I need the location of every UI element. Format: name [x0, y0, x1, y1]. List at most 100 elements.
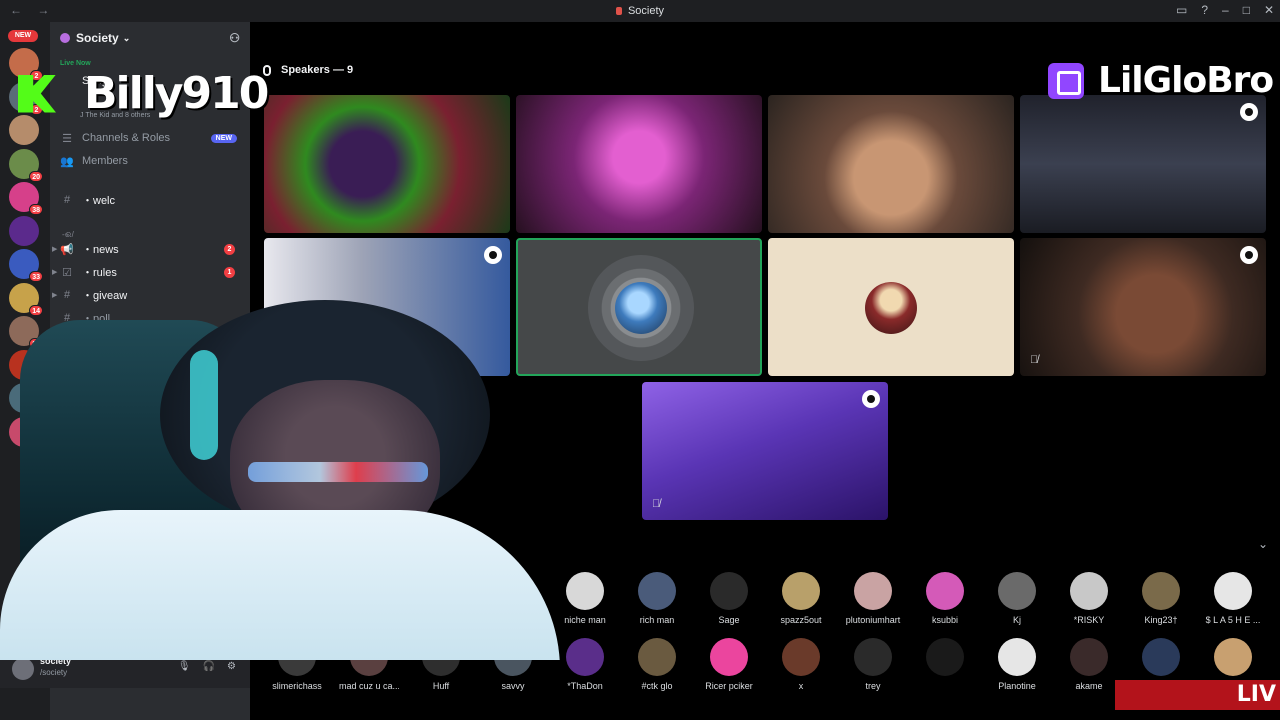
audience-member[interactable]: #ctk glo	[627, 638, 687, 691]
audience-name: #ctk glo	[641, 681, 673, 691]
members-label: Members	[82, 155, 128, 167]
user-status: /society	[40, 668, 68, 677]
server-header[interactable]: Society ⌄ ⚇	[50, 22, 250, 54]
new-pill: NEW	[210, 133, 237, 143]
close-button[interactable]: ✕	[1264, 3, 1274, 17]
audience-member[interactable]: x	[771, 638, 831, 691]
audience-member[interactable]: $ L A 5 H E ...	[1203, 572, 1263, 625]
headset	[190, 350, 218, 460]
server-icon	[615, 7, 622, 16]
members-icon: 👥	[60, 155, 74, 168]
audience-member[interactable]: plutoniumhart	[843, 572, 903, 625]
audience-member[interactable]: ksubbi	[915, 572, 975, 625]
audience-name: mad cuz u ca...	[339, 681, 399, 691]
server-icon[interactable]: 38	[9, 182, 43, 215]
audience-name: trey	[865, 681, 881, 691]
audience-member[interactable]: trey	[843, 638, 903, 691]
audience-name: plutoniumhart	[845, 615, 901, 625]
server-icon[interactable]: 20	[9, 148, 43, 182]
live-now-label: Live Now	[60, 60, 91, 67]
add-person-icon[interactable]: ⚇	[229, 31, 240, 45]
maximize-button[interactable]: □	[1243, 3, 1250, 17]
streamer-shirt	[0, 510, 560, 660]
channel-news-label: ・news	[82, 244, 119, 256]
channel-welcome-label: ・welc	[82, 195, 116, 207]
avatar	[566, 572, 604, 610]
caret-right-icon: ▶	[52, 246, 58, 253]
avatar	[1142, 572, 1180, 610]
audience-member[interactable]: Sage	[699, 572, 759, 625]
members-item[interactable]: 👥 Members	[60, 152, 245, 170]
avatar	[926, 572, 964, 610]
audience-member[interactable]: King23†	[1131, 572, 1191, 625]
audience-name: $ L A 5 H E ...	[1205, 615, 1261, 625]
audience-name: niche man	[564, 615, 606, 625]
audience-member[interactable]: Ricer pciker	[699, 638, 759, 691]
audience-member[interactable]: niche man	[555, 572, 615, 625]
audience-member[interactable]: *RISKY	[1059, 572, 1119, 625]
chevron-down-icon: ⌄	[122, 32, 131, 43]
channel-rules[interactable]: ▶ ☑ ・rules 1	[52, 263, 245, 281]
rules-icon: ☑	[62, 266, 72, 279]
avatar	[710, 572, 748, 610]
caret-right-icon: ▶	[52, 269, 58, 276]
avatar	[638, 572, 676, 610]
inbox-icon[interactable]: ▭	[1176, 3, 1187, 17]
channel-news[interactable]: ▶ 📢 ・news 2	[52, 240, 245, 258]
window-title-text: Society	[627, 5, 665, 17]
minimize-button[interactable]: –	[1222, 3, 1229, 17]
gear-icon[interactable]: ⚙	[227, 661, 236, 672]
audience-name: slimerichass	[272, 681, 322, 691]
audience-name: Planotine	[998, 681, 1036, 691]
channel-category[interactable]: -ଈ/	[62, 230, 74, 240]
speaker-tile[interactable]	[768, 238, 1014, 376]
mic-muted-icon: 🎙̸	[1030, 354, 1039, 366]
audience-member[interactable]: spazz5out	[771, 572, 831, 625]
audience-member[interactable]	[915, 638, 975, 681]
audience-name: x	[798, 681, 804, 691]
avatar	[638, 638, 676, 676]
window-titlebar: ← → Society ▭ ? – □ ✕	[0, 0, 1280, 22]
speaker-tile[interactable]	[516, 95, 762, 233]
avatar	[1214, 572, 1252, 610]
audience-name: *ThaDon	[567, 681, 603, 691]
server-icon[interactable]: 33	[9, 249, 43, 282]
headphones-icon[interactable]: 🎧	[203, 661, 215, 672]
help-icon[interactable]: ?	[1201, 3, 1208, 17]
speaker-tile[interactable]	[1020, 95, 1266, 233]
twitch-icon	[1048, 62, 1084, 99]
avatar	[782, 572, 820, 610]
microphone-icon[interactable]: 🎙	[178, 661, 191, 672]
moderator-icon	[1240, 246, 1258, 264]
channels-roles-item[interactable]: ☰ Channels & Roles NEW	[60, 129, 245, 147]
audience-member[interactable]: akame	[1059, 638, 1119, 691]
audience-member[interactable]: *ThaDon	[555, 638, 615, 691]
new-badge: NEW	[8, 30, 38, 42]
audience-member[interactable]: Kj	[987, 572, 1047, 625]
mic-muted-icon: 🎙̸	[652, 498, 661, 510]
avatar	[1070, 572, 1108, 610]
speaker-tile[interactable]: 🎙̸	[1020, 238, 1266, 376]
window-controls: ▭ ? – □ ✕	[1176, 3, 1274, 17]
chevron-down-icon[interactable]: ⌄	[1258, 537, 1268, 551]
moderator-icon	[484, 246, 502, 264]
speaker-tile[interactable]	[768, 95, 1014, 233]
avatar	[926, 638, 964, 676]
avatar	[1070, 638, 1108, 676]
live-banner: LIV	[1115, 680, 1280, 710]
speakers-header: Speakers — 9	[263, 64, 353, 76]
audience-member[interactable]: Planotine	[987, 638, 1047, 691]
hash-icon: #	[63, 194, 71, 206]
audience-name: rich man	[639, 615, 675, 625]
audience-name: ksubbi	[931, 615, 958, 625]
speaker-tile[interactable]	[264, 95, 510, 233]
speaker-tile[interactable]: 🎙̸	[642, 382, 888, 520]
moderator-icon	[1240, 103, 1258, 121]
server-icon[interactable]	[9, 215, 39, 246]
channel-welcome[interactable]: # ・welc	[60, 191, 245, 209]
server-icon[interactable]	[9, 115, 39, 145]
avatar[interactable]	[12, 658, 34, 680]
audience-member[interactable]: rich man	[627, 572, 687, 625]
avatar	[782, 638, 820, 676]
audience-name: savvy	[501, 681, 525, 691]
